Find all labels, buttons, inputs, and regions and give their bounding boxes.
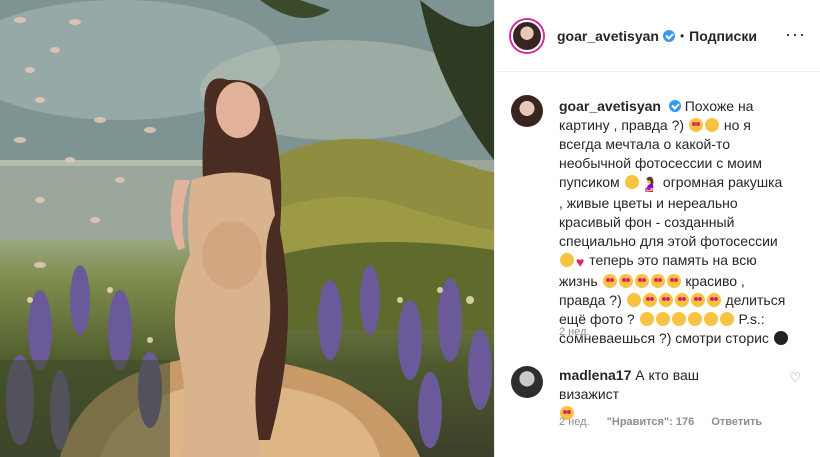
- hug-emoji-icon: [671, 312, 686, 326]
- commenter-username[interactable]: madlena17: [559, 367, 631, 383]
- caption-timestamp[interactable]: 2 нед.: [559, 326, 590, 338]
- commenter-avatar[interactable]: [511, 366, 543, 398]
- hug-emoji-icon: [687, 312, 702, 326]
- caption-avatar[interactable]: [511, 95, 543, 127]
- photo-illustration: [0, 0, 494, 457]
- heart-outline-icon[interactable]: ♡: [789, 370, 801, 386]
- author-avatar[interactable]: [511, 19, 543, 52]
- caption-text: goar_avetisyan Похоже на картину , правд…: [559, 97, 789, 348]
- heart-eyes-emoji-icon: [650, 274, 665, 288]
- hug-emoji-icon: [624, 175, 639, 189]
- heart-eyes-emoji-icon: [642, 293, 657, 307]
- reply-button[interactable]: Ответить: [711, 416, 762, 428]
- post-sidebar: goar_avetisyan • Подписки ··· goar_aveti…: [494, 0, 820, 457]
- heart-eyes-emoji-icon: [634, 274, 649, 288]
- heart-eyes-emoji-icon: [674, 293, 689, 307]
- hug-emoji-icon: [655, 312, 670, 326]
- pregnant-emoji-icon: 🤰: [640, 176, 659, 192]
- comment-timestamp[interactable]: 2 нед.: [559, 416, 590, 428]
- heart-eyes-emoji-icon: [618, 274, 633, 288]
- following-button[interactable]: Подписки: [689, 28, 757, 44]
- hug-emoji-icon: [560, 253, 574, 267]
- hug-emoji-icon: [719, 312, 734, 326]
- scream-emoji-icon: [704, 118, 719, 132]
- heart-eyes-emoji-icon: [602, 274, 617, 288]
- author-username[interactable]: goar_avetisyan: [557, 28, 659, 44]
- heart-eyes-emoji-icon: [666, 274, 681, 288]
- caption-username[interactable]: goar_avetisyan: [559, 98, 661, 114]
- post-header: goar_avetisyan • Подписки ···: [495, 0, 820, 72]
- heart-eyes-emoji-icon: [688, 118, 703, 132]
- verified-badge-icon: [662, 29, 675, 42]
- comment-text: madlena17 А кто ваш визажист: [559, 366, 759, 423]
- verified-badge-icon: [668, 100, 681, 112]
- scream-emoji-icon: [626, 293, 641, 307]
- more-options-icon[interactable]: ···: [785, 24, 806, 45]
- comment-meta: 2 нед. "Нравится": 176 Ответить: [559, 416, 776, 428]
- heart-eyes-emoji-icon: [706, 293, 721, 307]
- separator-dot: •: [679, 28, 685, 43]
- hug-emoji-icon: [639, 312, 654, 326]
- post-photo[interactable]: [0, 0, 494, 457]
- bomb-emoji-icon: [773, 331, 788, 345]
- heart-eyes-emoji-icon: [690, 293, 705, 307]
- red-heart-icon: ♥: [576, 254, 585, 270]
- hug-emoji-icon: [703, 312, 718, 326]
- heart-eyes-emoji-icon: [658, 293, 673, 307]
- comment-likes[interactable]: "Нравится": 176: [607, 416, 695, 428]
